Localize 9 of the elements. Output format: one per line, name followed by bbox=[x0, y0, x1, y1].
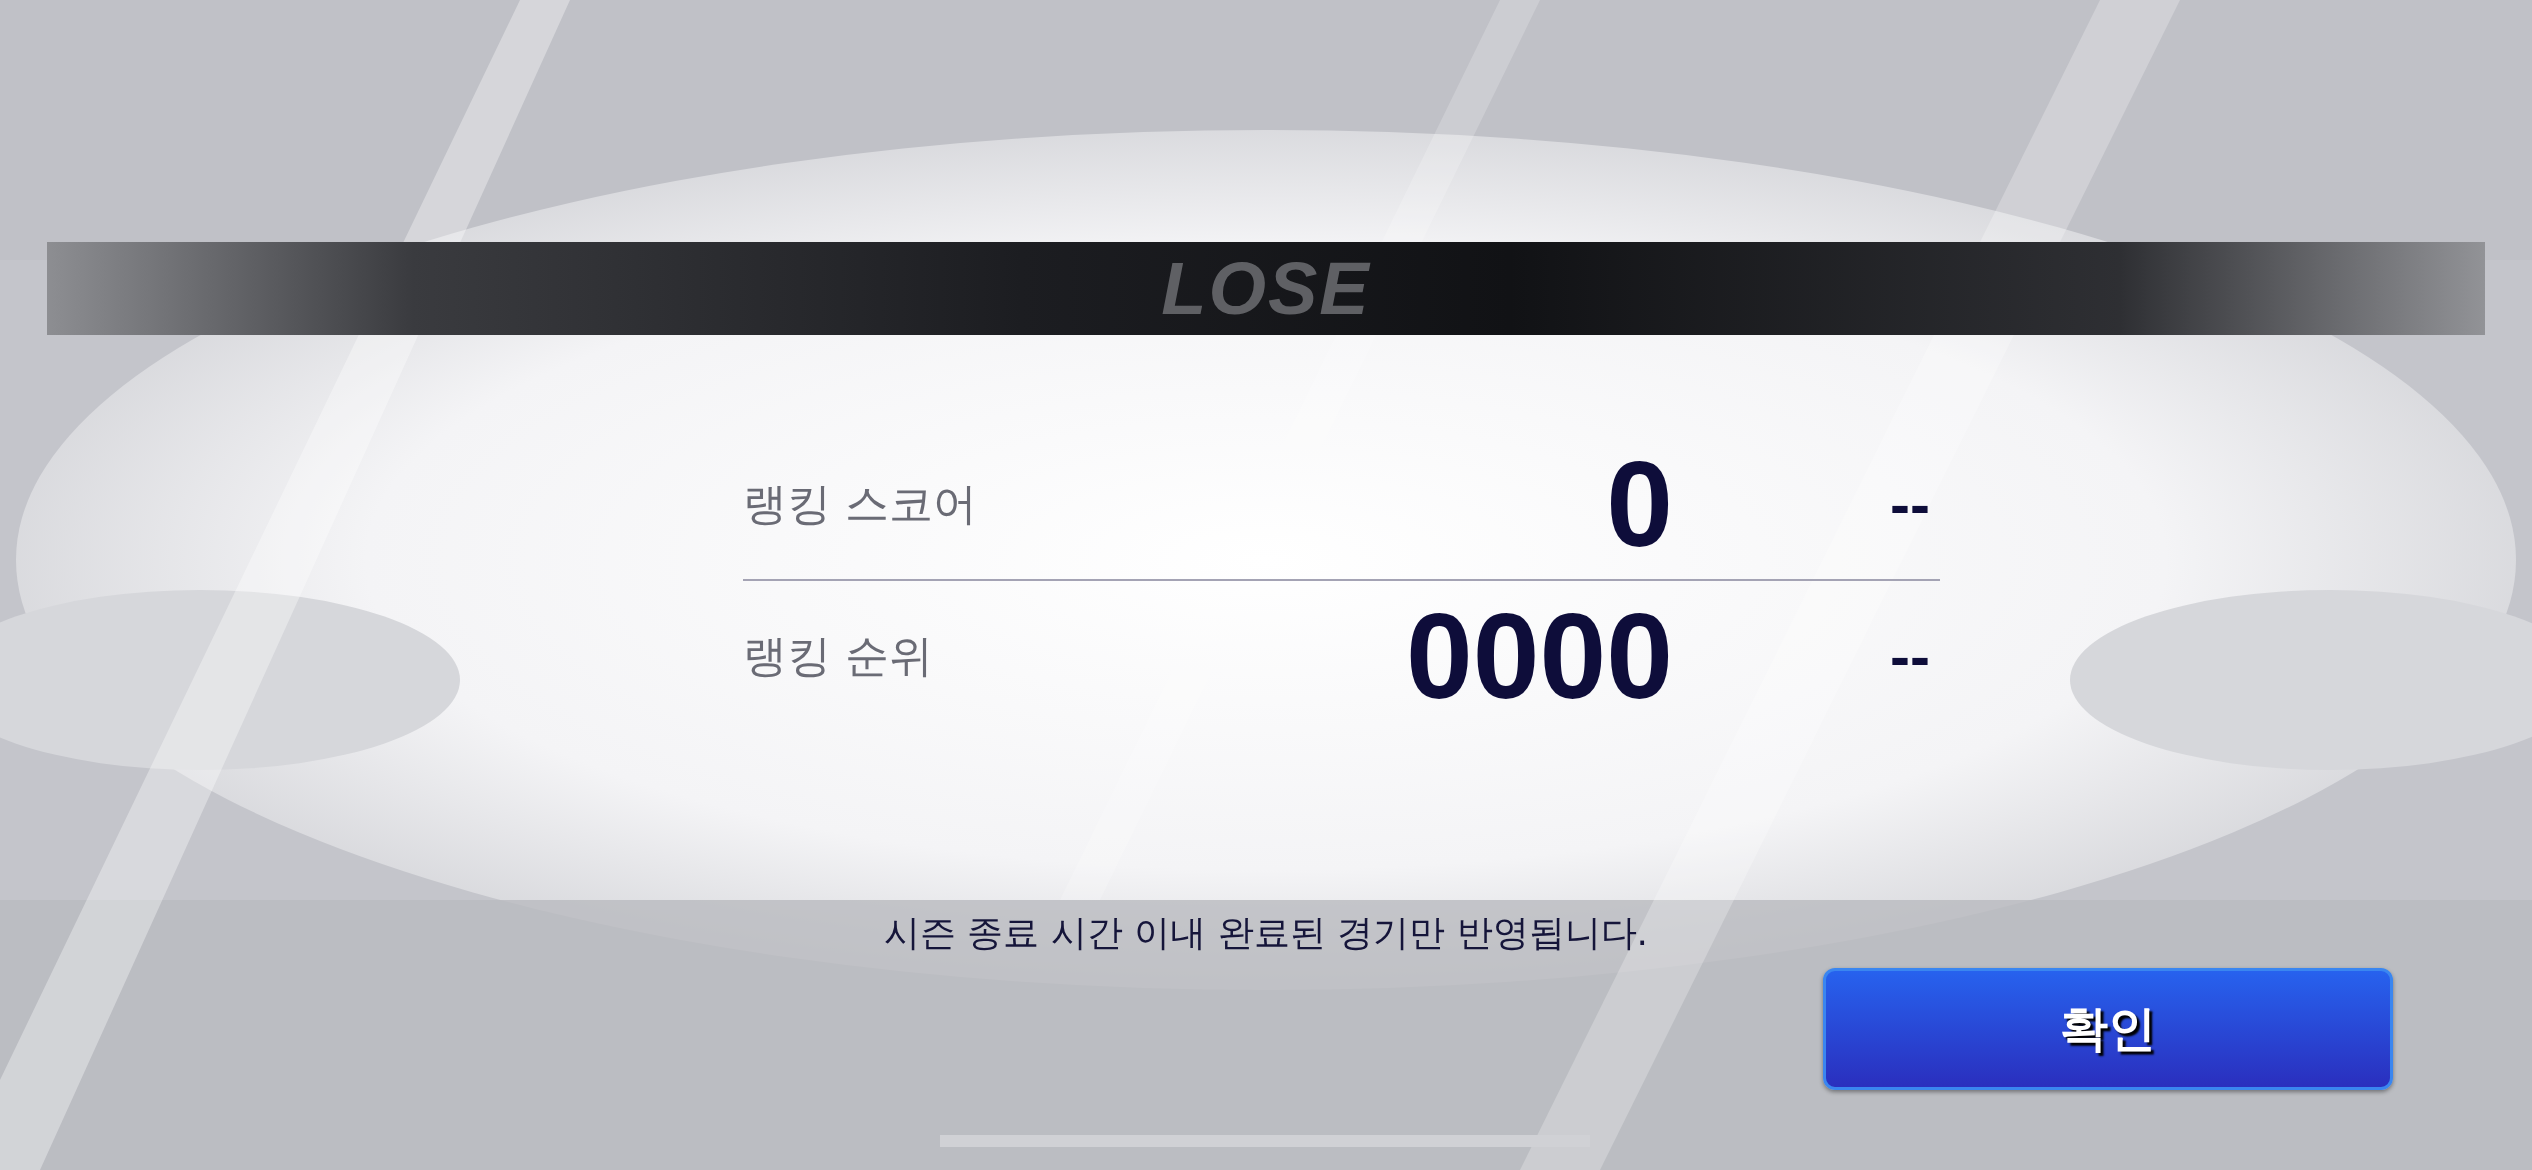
stat-value: 0 bbox=[1605, 436, 1673, 573]
result-title: LOSE bbox=[1161, 246, 1371, 331]
notice-text: 시즌 종료 시간 이내 완료된 경기만 반영됩니다. bbox=[882, 911, 1650, 955]
stat-change: -- bbox=[1889, 621, 1931, 691]
confirm-button[interactable]: 확인 bbox=[1823, 968, 2393, 1090]
stat-value: 0000 bbox=[1405, 588, 1673, 725]
stat-change: -- bbox=[1889, 469, 1931, 539]
stat-label: 랭킹 스코어 bbox=[743, 476, 978, 531]
stat-label: 랭킹 순위 bbox=[743, 628, 934, 683]
